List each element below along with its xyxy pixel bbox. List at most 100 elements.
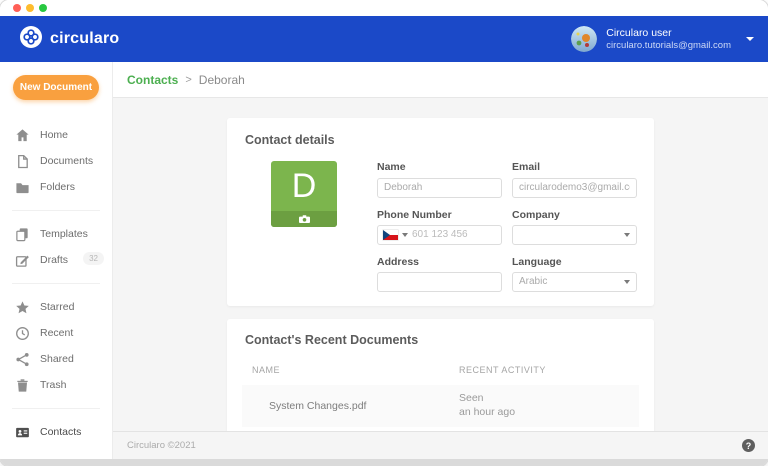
name-field: Name — [377, 161, 502, 198]
new-document-button[interactable]: New Document — [13, 75, 99, 100]
sidebar-item-label: Contacts — [40, 426, 81, 438]
sidebar-divider — [12, 283, 100, 284]
activity-status: Seen — [459, 392, 484, 404]
language-caret-icon — [624, 280, 630, 284]
copyright-text: Circularo ©2021 — [127, 440, 196, 451]
contact-avatar-letter: D — [271, 161, 337, 211]
clock-icon — [15, 326, 30, 341]
phone-field: Phone Number 601 123 456 — [377, 209, 502, 245]
user-name: Circularo user — [606, 27, 731, 40]
brand-name: circularo — [50, 30, 119, 48]
company-select[interactable] — [512, 225, 637, 245]
recent-documents-card: Contact's Recent Documents NAME RECENT A… — [227, 319, 654, 431]
sidebar-item-folders[interactable]: Folders — [0, 174, 112, 200]
home-icon — [15, 128, 30, 143]
language-select[interactable]: Arabic — [512, 272, 637, 292]
trash-icon — [15, 378, 30, 393]
circularo-logo-icon — [20, 26, 42, 53]
address-field: Address — [377, 256, 502, 293]
sidebar: New Document Home Documents Folders — [0, 62, 113, 459]
close-window-button[interactable] — [13, 4, 21, 12]
address-label: Address — [377, 256, 502, 268]
folder-icon — [15, 180, 30, 195]
recent-documents-title: Contact's Recent Documents — [242, 333, 639, 347]
czech-flag-icon — [383, 230, 398, 240]
column-header-name: NAME — [252, 359, 459, 385]
sidebar-item-label: Drafts — [40, 254, 68, 266]
sidebar-item-drafts[interactable]: Drafts 32 — [0, 247, 112, 273]
column-header-recent-activity: RECENT ACTIVITY — [459, 359, 639, 385]
app-window: circularo Circularo user — [0, 0, 768, 466]
sidebar-item-home[interactable]: Home — [0, 122, 112, 148]
company-label: Company — [512, 209, 637, 221]
table-row[interactable]: System Changes.pdf Seen an hour ago — [242, 385, 639, 427]
share-icon — [15, 352, 30, 367]
sidebar-item-label: Starred — [40, 301, 74, 313]
drafts-count-badge: 32 — [83, 252, 104, 265]
phone-label: Phone Number — [377, 209, 502, 221]
maximize-window-button[interactable] — [39, 4, 47, 12]
sidebar-item-contacts[interactable]: Contacts — [0, 419, 112, 445]
document-name: System Changes.pdf — [252, 400, 459, 412]
contact-details-title: Contact details — [245, 133, 636, 147]
breadcrumb-current: Deborah — [199, 73, 245, 87]
sidebar-item-label: Templates — [40, 228, 88, 240]
user-menu-caret-icon — [746, 37, 754, 41]
sidebar-item-recent[interactable]: Recent — [0, 320, 112, 346]
company-field: Company — [512, 209, 637, 245]
name-label: Name — [377, 161, 502, 173]
user-menu[interactable]: Circularo user circularo.tutorials@gmail… — [571, 26, 754, 52]
document-icon — [15, 154, 30, 169]
contact-details-card: Contact details D — [227, 118, 654, 306]
window-titlebar — [0, 0, 768, 16]
camera-icon — [299, 215, 310, 223]
contacts-icon — [15, 425, 30, 440]
table-header: NAME RECENT ACTIVITY — [242, 359, 639, 385]
sidebar-item-trash[interactable]: Trash — [0, 372, 112, 398]
sidebar-divider — [12, 408, 100, 409]
sidebar-item-label: Folders — [40, 181, 75, 193]
footer: Circularo ©2021 ? — [113, 431, 768, 459]
sidebar-divider — [12, 210, 100, 211]
country-caret-icon — [402, 233, 408, 237]
activity-time: an hour ago — [459, 406, 515, 418]
breadcrumb-contacts-link[interactable]: Contacts — [127, 73, 178, 87]
sidebar-item-starred[interactable]: Starred — [0, 294, 112, 320]
address-input[interactable] — [377, 272, 502, 292]
sidebar-item-documents[interactable]: Documents — [0, 148, 112, 174]
sidebar-item-shared[interactable]: Shared — [0, 346, 112, 372]
sidebar-item-label: Documents — [40, 155, 93, 167]
email-field: Email — [512, 161, 637, 198]
sidebar-item-label: Shared — [40, 353, 74, 365]
templates-icon — [15, 227, 30, 242]
minimize-window-button[interactable] — [26, 4, 34, 12]
language-value: Arabic — [519, 276, 547, 287]
contact-avatar[interactable]: D — [271, 161, 337, 227]
email-label: Email — [512, 161, 637, 173]
phone-input[interactable]: 601 123 456 — [377, 225, 502, 245]
user-email: circularo.tutorials@gmail.com — [606, 40, 731, 52]
star-icon — [15, 300, 30, 315]
user-info: Circularo user circularo.tutorials@gmail… — [606, 27, 731, 52]
language-label: Language — [512, 256, 637, 268]
email-input[interactable] — [512, 178, 637, 198]
language-field: Language Arabic — [512, 256, 637, 293]
sidebar-item-label: Home — [40, 129, 68, 141]
breadcrumb-separator: > — [185, 74, 191, 86]
sidebar-item-templates[interactable]: Templates — [0, 221, 112, 247]
breadcrumb: Contacts > Deborah — [113, 62, 768, 98]
help-button[interactable]: ? — [742, 439, 755, 452]
drafts-icon — [15, 253, 30, 268]
window-bottom-edge — [0, 459, 768, 466]
change-photo-button[interactable] — [271, 211, 337, 227]
user-avatar — [571, 26, 597, 52]
app-header: circularo Circularo user — [0, 16, 768, 62]
sidebar-item-label: Recent — [40, 327, 73, 339]
company-caret-icon — [624, 233, 630, 237]
main-area: Contact details D — [113, 98, 768, 431]
brand-logo[interactable]: circularo — [20, 26, 119, 53]
document-activity: Seen an hour ago — [459, 392, 639, 419]
phone-placeholder: 601 123 456 — [412, 229, 468, 240]
sidebar-item-label: Trash — [40, 379, 66, 391]
name-input[interactable] — [377, 178, 502, 198]
